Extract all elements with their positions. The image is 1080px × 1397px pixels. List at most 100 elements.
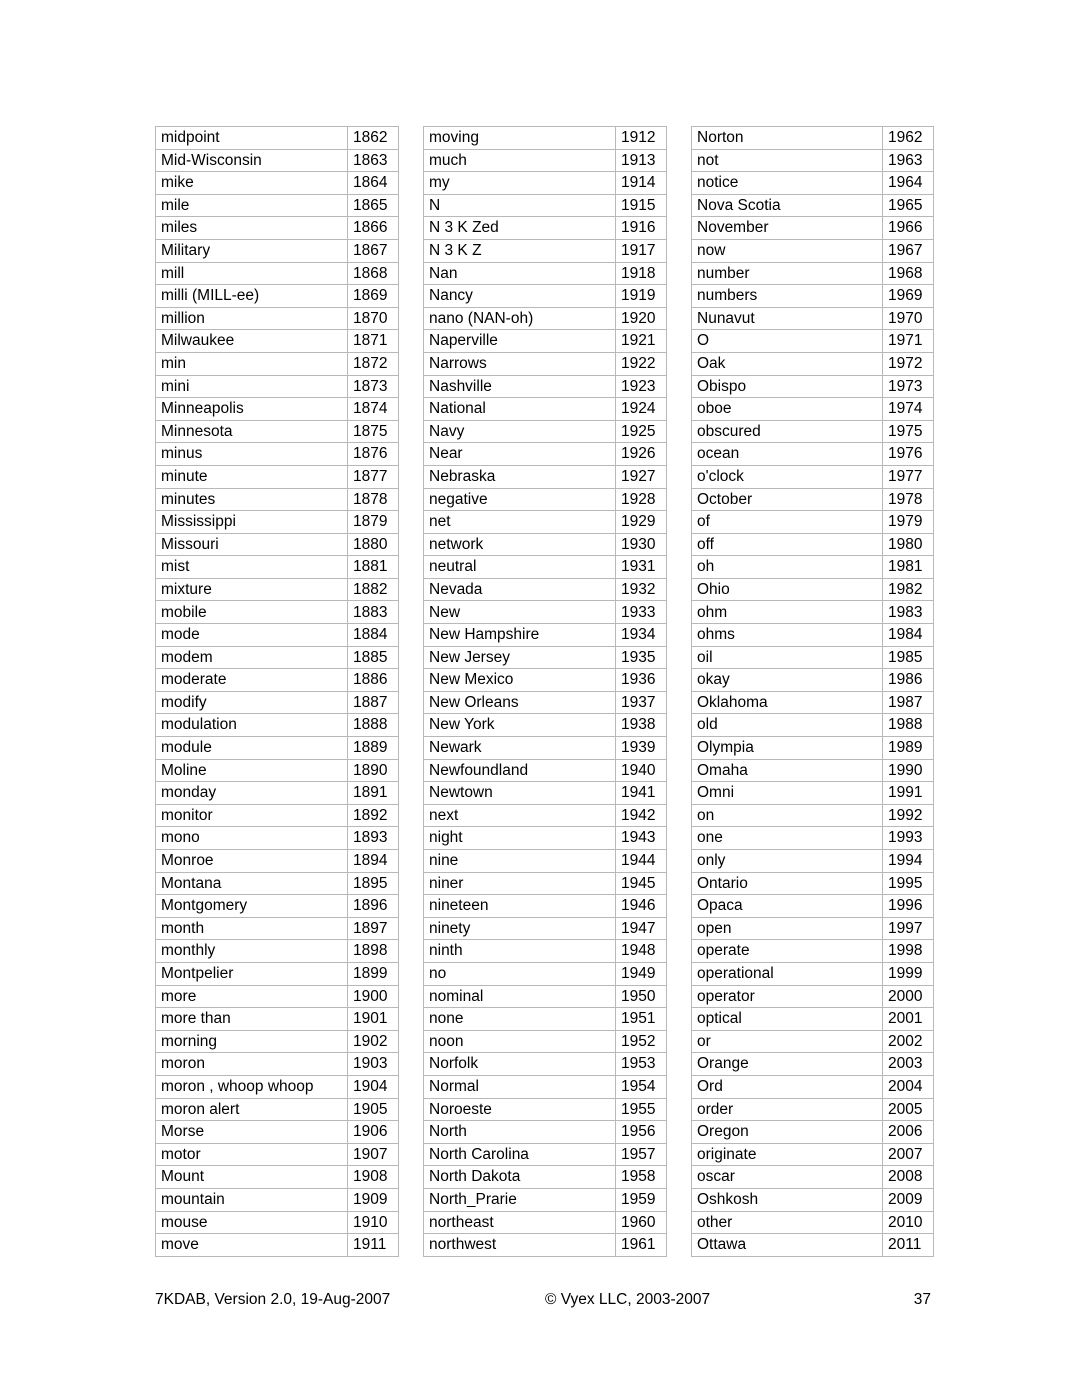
glossary-term-cell: Orange	[691, 1052, 883, 1076]
glossary-code-cell: 2004	[882, 1074, 934, 1099]
glossary-table-column-3: Norton 1962 not 1963 notice 1964 Nova Scotia 19…	[691, 126, 934, 1257]
table-row: Ord 2004	[691, 1074, 934, 1099]
table-row: Norfolk 1953	[423, 1052, 667, 1076]
glossary-term-cell: New Orleans	[423, 690, 616, 715]
table-row: oh 1981	[691, 555, 934, 579]
glossary-code-cell: 1867	[347, 238, 399, 263]
glossary-term-cell: Ottawa	[691, 1233, 883, 1257]
glossary-term-cell: New York	[423, 713, 616, 738]
table-row: mist 1881	[155, 555, 399, 579]
glossary-code-cell: 1931	[615, 555, 667, 579]
glossary-code-cell: 1903	[347, 1052, 399, 1076]
glossary-code-cell: 1881	[347, 555, 399, 579]
glossary-term-cell: Nunavut	[691, 306, 883, 331]
glossary-term-cell: Ord	[691, 1074, 883, 1099]
glossary-term-cell: N 3 K Z	[423, 238, 616, 263]
glossary-code-cell: 1883	[347, 600, 399, 625]
glossary-term-cell: N	[423, 193, 616, 218]
table-row: none 1951	[423, 1007, 667, 1031]
glossary-code-cell: 1876	[347, 442, 399, 466]
glossary-term-cell: more than	[155, 1007, 348, 1031]
table-row: Nunavut 1970	[691, 306, 934, 331]
glossary-code-cell: 1904	[347, 1074, 399, 1099]
glossary-code-cell: 1932	[615, 577, 667, 602]
table-row: oil 1985	[691, 645, 934, 670]
glossary-code-cell: 1906	[347, 1120, 399, 1144]
glossary-term-cell: moron , whoop whoop	[155, 1074, 348, 1099]
glossary-term-cell: Newtown	[423, 781, 616, 805]
table-row: operator 2000	[691, 984, 934, 1009]
glossary-term-cell: much	[423, 148, 616, 173]
glossary-code-cell: 1888	[347, 713, 399, 738]
glossary-term-cell: Norfolk	[423, 1052, 616, 1076]
glossary-term-cell: min	[155, 351, 348, 376]
glossary-term-cell: notice	[691, 171, 883, 195]
glossary-code-cell: 1987	[882, 690, 934, 715]
glossary-code-cell: 1995	[882, 871, 934, 896]
glossary-code-cell: 1956	[615, 1120, 667, 1144]
table-row: mile 1865	[155, 193, 399, 218]
glossary-code-cell: 1937	[615, 690, 667, 715]
glossary-code-cell: 1901	[347, 1007, 399, 1031]
glossary-code-cell: 1940	[615, 758, 667, 783]
glossary-code-cell: 1998	[882, 939, 934, 963]
glossary-term-cell: mile	[155, 193, 348, 218]
footer-copyright: © Vyex LLC, 2003-2007	[545, 1291, 711, 1308]
glossary-code-cell: 1929	[615, 510, 667, 534]
glossary-term-cell: morning	[155, 1029, 348, 1054]
glossary-term-cell: Naperville	[423, 329, 616, 353]
glossary-term-cell: old	[691, 713, 883, 738]
glossary-term-cell: mill	[155, 261, 348, 286]
glossary-term-cell: Minneapolis	[155, 397, 348, 421]
table-row: motor 1907	[155, 1142, 399, 1167]
table-row: much 1913	[423, 148, 667, 173]
glossary-code-cell: 1891	[347, 781, 399, 805]
table-row: New Jersey 1935	[423, 645, 667, 670]
glossary-code-cell: 1977	[882, 464, 934, 489]
glossary-code-cell: 1902	[347, 1029, 399, 1054]
glossary-term-cell: Nancy	[423, 284, 616, 308]
table-row: Minnesota 1875	[155, 419, 399, 444]
glossary-code-cell: 2010	[882, 1210, 934, 1235]
table-row: next 1942	[423, 803, 667, 828]
glossary-term-cell: open	[691, 916, 883, 941]
table-row: Montana 1895	[155, 871, 399, 896]
glossary-code-cell: 1895	[347, 871, 399, 896]
table-row: nano (NAN-oh) 1920	[423, 306, 667, 331]
glossary-term-cell: milli (MILL-ee)	[155, 284, 348, 308]
glossary-term-cell: Milwaukee	[155, 329, 348, 353]
glossary-code-cell: 1892	[347, 803, 399, 828]
glossary-code-cell: 1955	[615, 1097, 667, 1122]
glossary-term-cell: New	[423, 600, 616, 625]
table-row: mountain 1909	[155, 1187, 399, 1212]
glossary-term-cell: Noroeste	[423, 1097, 616, 1122]
glossary-code-cell: 1941	[615, 781, 667, 805]
glossary-term-cell: neutral	[423, 555, 616, 579]
table-row: New Hampshire 1934	[423, 623, 667, 647]
table-row: N 1915	[423, 193, 667, 218]
glossary-term-cell: no	[423, 961, 616, 986]
glossary-term-cell: North_Prarie	[423, 1187, 616, 1212]
glossary-term-cell: oscar	[691, 1165, 883, 1189]
glossary-code-cell: 1953	[615, 1052, 667, 1076]
table-row: November 1966	[691, 216, 934, 240]
glossary-term-cell: Ontario	[691, 871, 883, 896]
table-row: million 1870	[155, 306, 399, 331]
table-row: moron , whoop whoop 1904	[155, 1074, 399, 1099]
glossary-code-cell: 1960	[615, 1210, 667, 1235]
table-row: not 1963	[691, 148, 934, 173]
table-row: net 1929	[423, 510, 667, 534]
glossary-code-cell: 1964	[882, 171, 934, 195]
table-row: ohms 1984	[691, 623, 934, 647]
glossary-term-cell: noon	[423, 1029, 616, 1054]
glossary-term-cell: Oak	[691, 351, 883, 376]
glossary-term-cell: North Dakota	[423, 1165, 616, 1189]
glossary-term-cell: Montpelier	[155, 961, 348, 986]
table-row: number 1968	[691, 261, 934, 286]
glossary-term-cell: Minnesota	[155, 419, 348, 444]
glossary-term-cell: oil	[691, 645, 883, 670]
glossary-code-cell: 1927	[615, 464, 667, 489]
table-row: National 1924	[423, 397, 667, 421]
glossary-code-cell: 1952	[615, 1029, 667, 1054]
page-footer: 7KDAB, Version 2.0, 19-Aug-2007 © Vyex L…	[155, 1291, 931, 1315]
